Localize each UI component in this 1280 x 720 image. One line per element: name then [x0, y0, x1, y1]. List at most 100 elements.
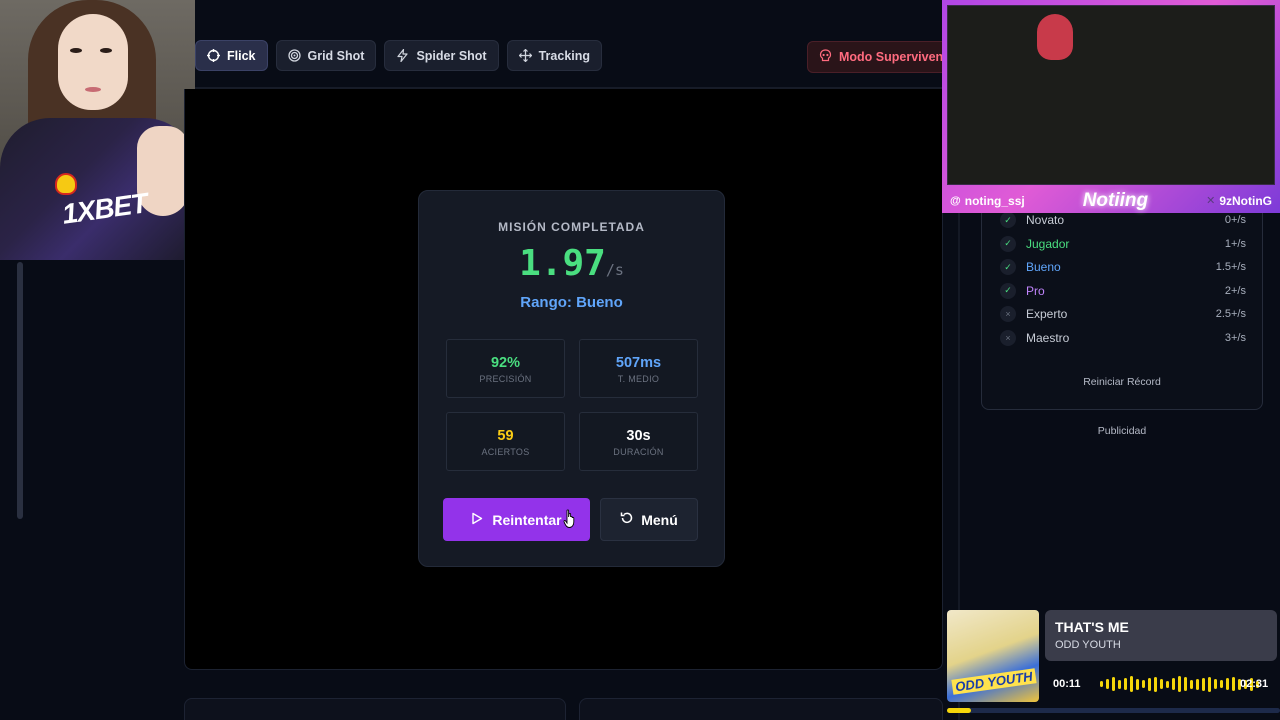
- webcam-eye: [70, 48, 82, 53]
- handle-right-text: 9zNotinG: [1219, 193, 1272, 208]
- webcam-face: [58, 14, 128, 110]
- webcam-eye: [100, 48, 112, 53]
- track-progress-bar[interactable]: [947, 708, 1280, 713]
- waveform-bar: [1148, 677, 1151, 691]
- crosshair-icon: [207, 49, 220, 62]
- stat-avg-time: 507ms T. MEDIO: [579, 339, 698, 398]
- overlay-handle-left: @ noting_ssj: [950, 194, 1025, 208]
- track-progress-fill: [947, 708, 972, 713]
- reset-record-button[interactable]: Reiniciar Récord: [982, 376, 1262, 388]
- stat-label: T. MEDIO: [617, 374, 660, 384]
- tab-label: Grid Shot: [307, 48, 365, 63]
- gaming-mouse-icon: [1037, 14, 1073, 60]
- tab-label: Spider Shot: [416, 48, 487, 63]
- check-icon: ✓: [1000, 212, 1016, 228]
- waveform-bar: [1232, 677, 1235, 691]
- tab-flick[interactable]: Flick: [195, 40, 268, 71]
- rank-name: Experto: [1026, 307, 1068, 322]
- check-icon: ✓: [1000, 235, 1016, 252]
- mode-tab-bar: Flick Grid Shot Spider Shot Tracking: [195, 40, 603, 74]
- stream-overlay: @ noting_ssj Notiing ✕ 9zNotinG: [942, 0, 1280, 213]
- rank-tiers-panel: ✓ Novato 0+/s ✓ Jugador 1+/s ✓ Bueno 1.5+/s ✓ Pro 2…: [981, 205, 1263, 410]
- stat-duration: 30s DURACIÓN: [579, 412, 698, 471]
- rank-name: Maestro: [1026, 331, 1070, 345]
- overlay-namebar: @ noting_ssj Notiing ✕ 9zNotinG: [942, 188, 1280, 213]
- rank-threshold: 1+/s: [1224, 237, 1246, 250]
- mouse-cursor-icon: [563, 509, 577, 534]
- ads-label: Publicidad: [1097, 425, 1147, 437]
- waveform-bar: [1160, 679, 1163, 689]
- play-icon: [471, 512, 483, 528]
- left-scrollbar[interactable]: [17, 262, 23, 519]
- stat-label: PRECISIÓN: [479, 374, 532, 384]
- waveform-bar: [1226, 678, 1229, 690]
- check-icon: ✓: [1000, 259, 1016, 276]
- rank-threshold: 2+/s: [1224, 284, 1246, 297]
- hand-cam: [947, 5, 1275, 185]
- waveform-bar: [1172, 678, 1175, 690]
- stat-hits: 59 ACIERTOS: [446, 412, 565, 471]
- overlay-handle-right: ✕ 9zNotinG: [1206, 194, 1272, 208]
- bottom-panel: [184, 698, 566, 720]
- move-icon: [518, 49, 532, 62]
- shell-logo-icon: [55, 173, 77, 195]
- retry-label: Reintentar: [492, 511, 562, 528]
- webcam-lips: [85, 87, 101, 92]
- streamer-webcam: 1XBET: [0, 0, 195, 260]
- menu-button[interactable]: Menú: [600, 498, 698, 541]
- tab-spider-shot[interactable]: Spider Shot: [384, 40, 499, 71]
- waveform-bar: [1118, 679, 1121, 689]
- tab-tracking[interactable]: Tracking: [506, 40, 603, 71]
- album-art: ODD YOUTH: [947, 610, 1039, 702]
- cross-icon: ×: [1000, 306, 1016, 323]
- score-unit: /s: [605, 261, 624, 279]
- rank-row-experto: × Experto 2.5+/s: [1000, 304, 1246, 324]
- waveform-bar: [1100, 681, 1103, 687]
- rotate-ccw-icon: [620, 511, 634, 528]
- stat-value: 59: [497, 428, 514, 444]
- cross-icon: ×: [1000, 330, 1016, 346]
- menu-label: Menú: [641, 511, 678, 528]
- waveform-bar: [1106, 679, 1109, 689]
- waveform-bar: [1208, 676, 1211, 692]
- bolt-icon: [396, 49, 409, 62]
- tab-label: Tracking: [538, 48, 591, 63]
- waveform-bar: [1202, 677, 1205, 691]
- waveform-bar: [1136, 678, 1139, 690]
- waveform-bar: [1178, 676, 1181, 692]
- stat-value: 507ms: [615, 355, 662, 371]
- waveform-bar: [1214, 679, 1217, 689]
- waveform-bar: [1154, 676, 1157, 692]
- rank-name: Jugador: [1026, 236, 1070, 251]
- stat-label: ACIERTOS: [481, 447, 530, 457]
- rank-name: Pro: [1026, 283, 1045, 298]
- tab-grid-shot[interactable]: Grid Shot: [275, 40, 377, 71]
- target-icon: [287, 49, 301, 62]
- track-current-time: 00:11: [1053, 678, 1081, 690]
- waveform-bar: [1190, 679, 1193, 689]
- rank-threshold: 0+/s: [1224, 214, 1246, 226]
- rank-threshold: 3+/s: [1224, 332, 1246, 344]
- album-art-label: ODD YOUTH: [951, 668, 1037, 695]
- waveform-bar: [1124, 678, 1127, 690]
- waveform-bar: [1130, 676, 1133, 692]
- waveform-bar: [1142, 680, 1145, 688]
- rank-row-jugador: ✓ Jugador 1+/s: [1000, 234, 1246, 254]
- stat-value: 92%: [490, 355, 521, 371]
- handle-left-text: noting_ssj: [964, 193, 1025, 208]
- waveform-bar: [1220, 680, 1223, 688]
- waveform-bar: [1196, 678, 1199, 690]
- rank-label: Rango: Bueno: [520, 294, 623, 311]
- skull-icon: [819, 49, 832, 65]
- rank-name: Bueno: [1026, 260, 1061, 275]
- now-playing-info: THAT'S ME ODD YOUTH: [1045, 610, 1277, 661]
- score-display: 1.97/s: [419, 243, 724, 284]
- survival-mode-button[interactable]: Modo Supervivencia: [807, 41, 957, 73]
- tab-label: Flick: [227, 48, 256, 63]
- rank-name: Novato: [1026, 213, 1065, 227]
- result-heading: MISIÓN COMPLETADA: [498, 220, 645, 234]
- waveform-bar: [1184, 677, 1187, 691]
- stat-value: 30s: [626, 428, 651, 444]
- waveform-bar: [1166, 680, 1169, 688]
- overlay-brand: Notiing: [1082, 189, 1149, 211]
